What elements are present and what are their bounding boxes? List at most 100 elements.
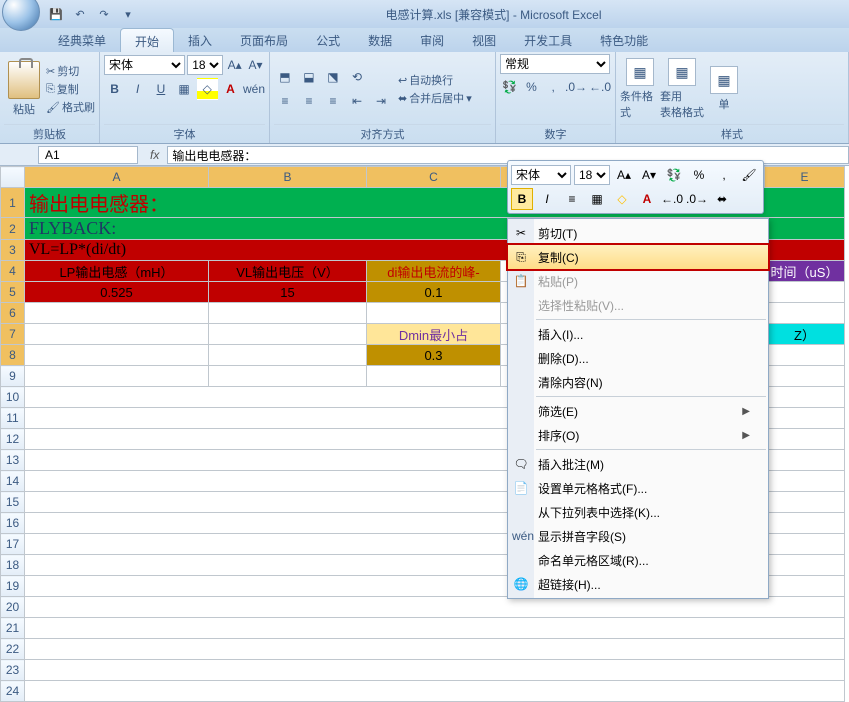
ctx-clear[interactable]: 清除内容(N) xyxy=(508,370,768,394)
cell[interactable]: 0.1 xyxy=(367,282,501,303)
tab-review[interactable]: 审阅 xyxy=(406,28,458,52)
row-header[interactable]: 22 xyxy=(1,639,25,660)
underline-button[interactable]: U xyxy=(150,78,171,100)
mini-italic-icon[interactable]: I xyxy=(536,188,558,210)
ctx-cut[interactable]: ✂剪切(T) xyxy=(508,221,768,245)
conditional-format-button[interactable]: ▦条件格式 xyxy=(620,56,660,122)
align-middle-icon[interactable]: ⬓ xyxy=(298,66,320,88)
cell[interactable] xyxy=(367,303,501,324)
qat-redo-icon[interactable]: ↷ xyxy=(94,4,114,24)
mini-format-painter-icon[interactable]: 🖌 xyxy=(738,164,760,186)
row-header[interactable]: 9 xyxy=(1,366,25,387)
cell[interactable] xyxy=(25,618,845,639)
mini-grow-font-icon[interactable]: A▴ xyxy=(613,164,635,186)
tab-developer[interactable]: 开发工具 xyxy=(510,28,586,52)
ctx-pick-from-list[interactable]: 从下拉列表中选择(K)... xyxy=(508,500,768,524)
tab-formulas[interactable]: 公式 xyxy=(302,28,354,52)
indent-decrease-icon[interactable]: ⇤ xyxy=(346,90,368,112)
cell-styles-button[interactable]: ▦单 xyxy=(704,56,744,122)
mini-increase-decimal-icon[interactable]: .0→ xyxy=(686,188,708,210)
italic-button[interactable]: I xyxy=(127,78,148,100)
merge-center-button[interactable]: ⬌合并后居中▾ xyxy=(398,90,472,106)
ctx-sort[interactable]: 排序(O)▶ xyxy=(508,423,768,447)
align-bottom-icon[interactable]: ⬔ xyxy=(322,66,344,88)
ctx-delete[interactable]: 删除(D)... xyxy=(508,346,768,370)
tab-home[interactable]: 开始 xyxy=(120,28,174,52)
font-color-button[interactable]: A xyxy=(220,78,241,100)
ctx-format-cells[interactable]: 📄设置单元格格式(F)... xyxy=(508,476,768,500)
cell[interactable] xyxy=(25,597,845,618)
ctx-name-range[interactable]: 命名单元格区域(R)... xyxy=(508,548,768,572)
cell[interactable]: 0.3 xyxy=(367,345,501,366)
col-header-B[interactable]: B xyxy=(209,167,367,188)
cell[interactable]: Dmin最小占 xyxy=(367,324,501,345)
row-header[interactable]: 5 xyxy=(1,282,25,303)
cell[interactable]: VL输出电压（V） xyxy=(209,261,367,282)
row-header[interactable]: 23 xyxy=(1,660,25,681)
ctx-hyperlink[interactable]: 🌐超链接(H)... xyxy=(508,572,768,596)
cell[interactable]: 时间（uS） xyxy=(765,261,845,282)
indent-increase-icon[interactable]: ⇥ xyxy=(370,90,392,112)
row-header[interactable]: 20 xyxy=(1,597,25,618)
cell[interactable]: 15 xyxy=(209,282,367,303)
cell[interactable]: 0.525 xyxy=(25,282,209,303)
row-header[interactable]: 1 xyxy=(1,188,25,218)
row-header[interactable]: 14 xyxy=(1,471,25,492)
increase-decimal-icon[interactable]: .0→ xyxy=(565,76,587,98)
cell[interactable] xyxy=(367,366,501,387)
name-box[interactable]: A1 xyxy=(38,146,138,164)
qat-undo-icon[interactable]: ↶ xyxy=(70,4,90,24)
col-header-C[interactable]: C xyxy=(367,167,501,188)
ctx-insert[interactable]: 插入(I)... xyxy=(508,322,768,346)
cell[interactable] xyxy=(25,303,209,324)
font-size-select[interactable]: 18 xyxy=(187,55,223,75)
paste-button[interactable]: 粘贴 xyxy=(4,56,44,122)
row-header[interactable]: 21 xyxy=(1,618,25,639)
format-as-table-button[interactable]: ▦套用 表格格式 xyxy=(662,56,702,122)
qat-save-icon[interactable]: 💾 xyxy=(46,4,66,24)
cut-button[interactable]: ✂剪切 xyxy=(46,63,95,79)
ctx-copy[interactable]: ⎘复制(C) xyxy=(508,245,768,269)
row-header[interactable]: 3 xyxy=(1,240,25,261)
row-header[interactable]: 16 xyxy=(1,513,25,534)
ctx-paste-special[interactable]: 选择性粘贴(V)... xyxy=(508,293,768,317)
mini-font-color-icon[interactable]: A xyxy=(636,188,658,210)
phonetic-button[interactable]: wén xyxy=(243,78,265,100)
cell[interactable] xyxy=(209,366,367,387)
cell[interactable] xyxy=(209,345,367,366)
fx-icon[interactable]: fx xyxy=(142,148,167,162)
ctx-phonetic[interactable]: wén显示拼音字段(S) xyxy=(508,524,768,548)
mini-shrink-font-icon[interactable]: A▾ xyxy=(638,164,660,186)
cell[interactable] xyxy=(209,303,367,324)
align-center-icon[interactable]: ≡ xyxy=(298,90,320,112)
decrease-decimal-icon[interactable]: ←.0 xyxy=(589,76,611,98)
tab-insert[interactable]: 插入 xyxy=(174,28,226,52)
row-header[interactable]: 4 xyxy=(1,261,25,282)
row-header[interactable]: 12 xyxy=(1,429,25,450)
tab-layout[interactable]: 页面布局 xyxy=(226,28,302,52)
cell[interactable] xyxy=(765,282,845,303)
mini-size-select[interactable]: 18 xyxy=(574,165,610,185)
qat-dropdown-icon[interactable]: ▾ xyxy=(118,4,138,24)
shrink-font-icon[interactable]: A▾ xyxy=(246,54,265,76)
cell[interactable] xyxy=(765,366,845,387)
align-left-icon[interactable]: ≡ xyxy=(274,90,296,112)
mini-currency-icon[interactable]: 💱 xyxy=(663,164,685,186)
mini-percent-icon[interactable]: % xyxy=(688,164,710,186)
tab-special[interactable]: 特色功能 xyxy=(586,28,662,52)
row-header[interactable]: 8 xyxy=(1,345,25,366)
mini-bold-icon[interactable]: B xyxy=(511,188,533,210)
wrap-text-button[interactable]: ↩自动换行 xyxy=(398,72,472,88)
mini-fill-color-icon[interactable]: ◇ xyxy=(611,188,633,210)
row-header[interactable]: 10 xyxy=(1,387,25,408)
tab-classic[interactable]: 经典菜单 xyxy=(44,28,120,52)
cell[interactable] xyxy=(25,660,845,681)
cell[interactable] xyxy=(25,324,209,345)
grow-font-icon[interactable]: A▴ xyxy=(225,54,244,76)
comma-icon[interactable]: , xyxy=(543,76,563,98)
row-header[interactable]: 24 xyxy=(1,681,25,702)
percent-icon[interactable]: % xyxy=(522,76,542,98)
align-right-icon[interactable]: ≡ xyxy=(322,90,344,112)
cell[interactable] xyxy=(765,345,845,366)
cell[interactable]: Z） xyxy=(765,324,845,345)
